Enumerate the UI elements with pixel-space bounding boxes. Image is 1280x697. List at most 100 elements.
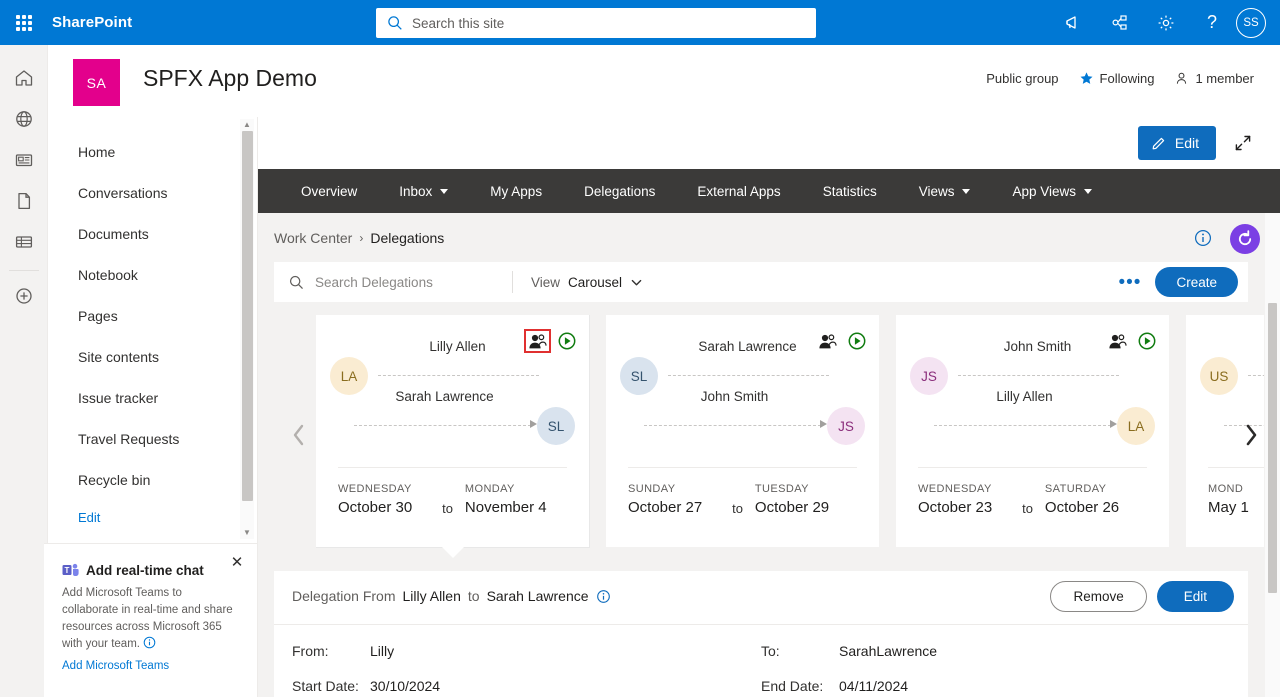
tab-my-apps[interactable]: My Apps: [469, 169, 563, 213]
scroll-down-icon[interactable]: ▼: [243, 527, 251, 539]
content-area: Work Center › Delegations Search Delegat…: [258, 213, 1280, 697]
card-end-value: October 26: [1044, 499, 1120, 516]
scroll-up-icon[interactable]: ▲: [243, 119, 251, 131]
gear-icon[interactable]: [1144, 0, 1188, 45]
detail-from-label: From:: [292, 642, 329, 659]
search-icon: [388, 16, 402, 30]
sidebar-item-pages[interactable]: Pages: [48, 295, 257, 336]
site-search-box[interactable]: [376, 8, 816, 38]
lists-icon[interactable]: [0, 221, 48, 262]
avatar-from-initials: SL: [630, 368, 648, 384]
chevron-right-icon: [1246, 424, 1257, 446]
help-icon[interactable]: ?: [1190, 0, 1234, 45]
detail-to-label: To:: [761, 642, 780, 659]
carousel-next-button[interactable]: [1238, 415, 1264, 455]
sidebar-item-label: Documents: [78, 225, 149, 242]
sidebar-item-conversations[interactable]: Conversations: [48, 172, 257, 213]
chevron-down-icon: [1084, 188, 1093, 194]
avatar-to: SL: [537, 407, 575, 445]
detail-info-icon[interactable]: [596, 589, 611, 604]
suite-brand[interactable]: SharePoint: [52, 14, 132, 31]
sidebar-item-issue-tracker[interactable]: Issue tracker: [48, 377, 257, 418]
detail-fields: From: Lilly To: SarahLawrence Start Date…: [292, 633, 1230, 697]
globe-icon[interactable]: [0, 98, 48, 139]
create-button[interactable]: Create: [1155, 267, 1238, 297]
delegation-card[interactable]: JS John Smith Lilly Allen LA WEDNESDAY Octobe…: [896, 315, 1169, 547]
card-dates: WEDNESDAY October 30 to MONDAY November 4: [338, 483, 567, 516]
sidebar-item-travel-requests[interactable]: Travel Requests: [48, 418, 257, 459]
expand-icon[interactable]: [1232, 132, 1254, 154]
detail-field-end: End Date: 04/11/2024: [761, 678, 1230, 694]
delegations-search[interactable]: [288, 274, 508, 291]
tab-views[interactable]: Views: [898, 169, 992, 213]
user-avatar[interactable]: SS: [1236, 7, 1266, 38]
card-start-day: MOND: [1208, 483, 1244, 495]
more-options-icon[interactable]: •••: [1105, 273, 1156, 292]
close-icon[interactable]: ✕: [227, 552, 247, 572]
detail-to-value: SarahLawrence: [839, 642, 938, 659]
members-button[interactable]: 1 member: [1174, 71, 1254, 86]
page-scrollbar[interactable]: [1265, 213, 1280, 697]
sidebar-item-documents[interactable]: Documents: [48, 213, 257, 254]
sidebar-item-site-contents[interactable]: Site contents: [48, 336, 257, 377]
tab-statistics[interactable]: Statistics: [802, 169, 898, 213]
card-dates: SUNDAY October 27 to TUESDAY October 29: [628, 483, 857, 516]
card-to-name: Lilly Allen: [996, 389, 1053, 404]
sidebar-item-notebook[interactable]: Notebook: [48, 254, 257, 295]
sidebar-edit-link[interactable]: Edit: [48, 500, 257, 534]
info-icon[interactable]: [143, 636, 156, 649]
sidebar-item-label: Site contents: [78, 348, 159, 365]
following-button[interactable]: Following: [1079, 71, 1155, 86]
tab-inbox[interactable]: Inbox: [378, 169, 469, 213]
sidebar-item-recycle-bin[interactable]: Recycle bin: [48, 459, 257, 500]
tab-external-apps[interactable]: External Apps: [676, 169, 801, 213]
chevron-down-icon: [440, 188, 449, 194]
home-icon[interactable]: [0, 57, 48, 98]
refresh-button[interactable]: [1230, 224, 1260, 254]
detail-end-value: 04/11/2024: [839, 677, 909, 694]
tab-app-views[interactable]: App Views: [991, 169, 1113, 213]
teams-promo-panel: ✕ T Add real-time chat Add Microsoft Tea…: [44, 543, 258, 697]
detail-edit-button[interactable]: Edit: [1156, 581, 1234, 612]
page-scroll-thumb[interactable]: [1268, 303, 1277, 593]
view-selector[interactable]: View Carousel: [531, 275, 643, 290]
teams-promo-body: Add Microsoft Teams to collaborate in re…: [62, 585, 241, 653]
home-glyph: [15, 69, 32, 86]
page-info-icon[interactable]: [1192, 227, 1214, 249]
avatar-to-initials: SL: [547, 418, 565, 434]
breadcrumb-root[interactable]: Work Center: [274, 230, 352, 246]
megaphone-icon[interactable]: [1052, 0, 1096, 45]
tab-overview[interactable]: Overview: [280, 169, 378, 213]
app-launcher-waffle-icon[interactable]: [0, 0, 48, 45]
plus-icon[interactable]: [0, 275, 48, 316]
delegation-card[interactable]: SL Sarah Lawrence John Smith JS SUNDAY Octobe…: [606, 315, 879, 547]
sidebar-scroll-thumb[interactable]: [242, 131, 253, 501]
card-from-line: [1248, 375, 1264, 376]
news-icon[interactable]: [0, 139, 48, 180]
tab-delegations[interactable]: Delegations: [563, 169, 676, 213]
add-teams-link[interactable]: Add Microsoft Teams: [62, 660, 241, 672]
delegation-card[interactable]: LA Lilly Allen Sarah Lawrence SL WEDNESDAY Oc…: [316, 315, 589, 558]
site-logo: SA: [73, 59, 120, 106]
document-icon[interactable]: [0, 180, 48, 221]
view-selector-label: View: [531, 274, 561, 290]
site-search-input[interactable]: [412, 15, 806, 31]
remove-button[interactable]: Remove: [1050, 581, 1147, 612]
delegations-search-input[interactable]: [315, 274, 490, 290]
org-chart-icon[interactable]: [1098, 0, 1142, 45]
card-selected-pointer: [441, 547, 464, 558]
globe-glyph: [15, 110, 32, 127]
card-end-day: MONDAY: [464, 483, 515, 495]
following-label: Following: [1099, 71, 1155, 86]
edit-page-button[interactable]: Edit: [1137, 126, 1216, 160]
card-from-line: [378, 375, 539, 376]
card-start-value: October 30: [338, 499, 413, 516]
app-root: SharePoint Search this site ? SS SA SPFX…: [0, 0, 1280, 697]
card-start-value: May 1: [1208, 499, 1249, 516]
sidebar-item-home[interactable]: Home: [48, 131, 257, 172]
card-start-date: WEDNESDAY October 23: [918, 483, 1020, 516]
detail-title-mid: to: [467, 588, 480, 604]
detail-row-names: From: Lilly To: SarahLawrence: [292, 633, 1230, 668]
sidebar-item-label: Recycle bin: [78, 471, 151, 488]
carousel-prev-button[interactable]: [286, 415, 312, 455]
